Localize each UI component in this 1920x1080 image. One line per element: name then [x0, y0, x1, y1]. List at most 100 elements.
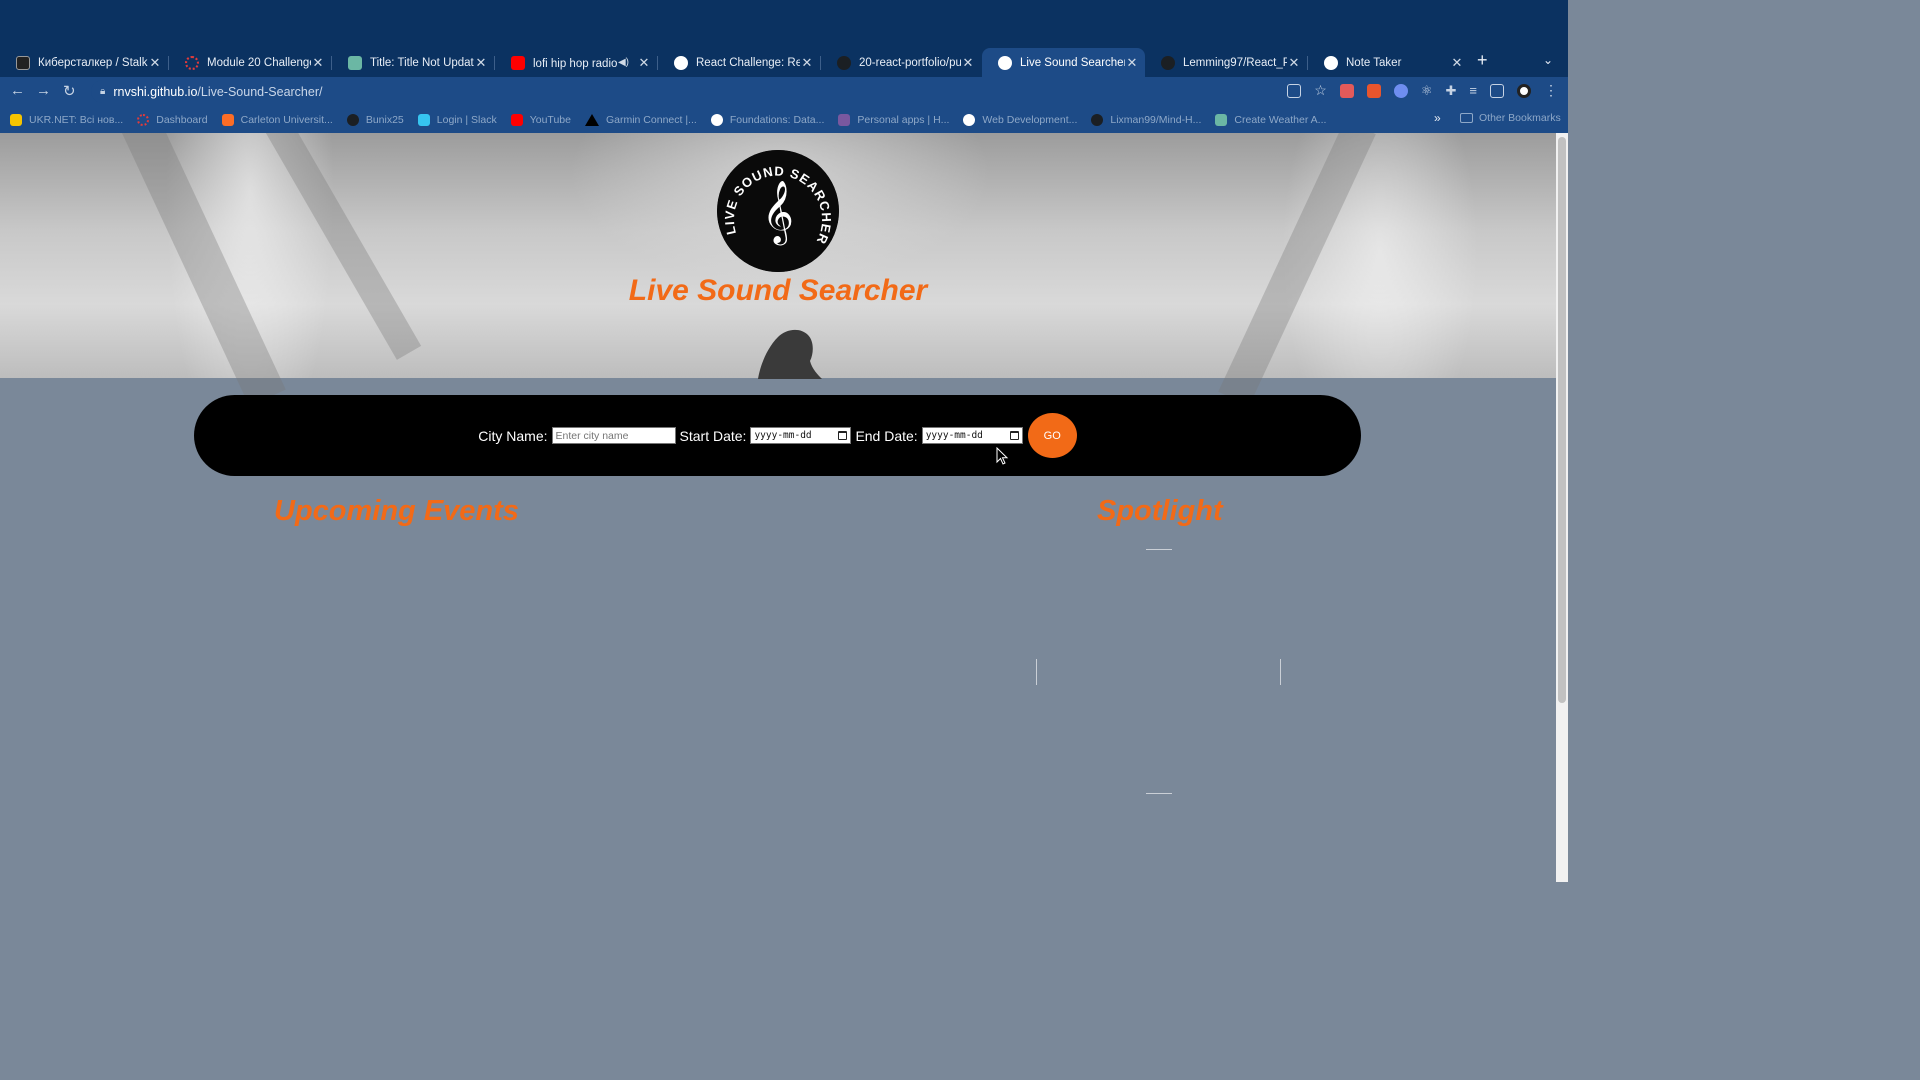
- hero-light-streak: [114, 133, 286, 407]
- bookmark-label: Login | Slack: [436, 113, 497, 126]
- coursera-icon: [710, 113, 723, 126]
- search-bar: City Name: Enter city name Start Date: y…: [194, 395, 1361, 476]
- concert-silhouette: [758, 329, 822, 379]
- tab-lofi[interactable]: lofi hip hop radio 📚 ◀) ✕: [495, 48, 657, 77]
- star-icon[interactable]: ☆: [1314, 82, 1327, 99]
- city-name-label: City Name:: [478, 427, 548, 444]
- bookmark-ukrnet[interactable]: UKR.NET: Всі нов...: [10, 113, 123, 126]
- bookmark-slack[interactable]: Login | Slack: [417, 113, 497, 126]
- heroku-icon: [838, 113, 851, 126]
- close-icon[interactable]: ✕: [1450, 55, 1464, 71]
- reload-icon[interactable]: ↻: [63, 82, 76, 100]
- mouse-cursor-icon: [996, 447, 1009, 465]
- scrollbar-thumb[interactable]: [1558, 137, 1566, 703]
- canvas-icon: [185, 55, 199, 70]
- bookmark-dashboard[interactable]: Dashboard: [137, 113, 208, 126]
- close-icon[interactable]: ✕: [637, 55, 651, 71]
- bookmark-foundations[interactable]: Foundations: Data...: [710, 113, 825, 126]
- close-icon[interactable]: ✕: [961, 55, 975, 71]
- bookmark-web-development[interactable]: Web Development...: [963, 113, 1077, 126]
- extension-orange-icon[interactable]: [1366, 83, 1381, 98]
- tab-note-taker[interactable]: Note Taker ✕: [1308, 48, 1470, 77]
- close-icon[interactable]: ✕: [800, 55, 814, 71]
- bookmark-lixman99[interactable]: Lixman99/Mind-H...: [1091, 113, 1202, 126]
- bookmarks-overflow-chevron-icon[interactable]: »: [1434, 111, 1441, 125]
- side-panel-icon[interactable]: [1490, 83, 1504, 98]
- tab-module-20[interactable]: Module 20 Challenge ✕: [169, 48, 331, 77]
- youtube-icon: [511, 55, 525, 70]
- github-icon: [346, 113, 359, 126]
- end-date-value: yyyy-mm-dd: [925, 430, 983, 441]
- tab-react-challenge[interactable]: React Challenge: React ✕: [658, 48, 820, 77]
- twitter-icon: [16, 55, 30, 70]
- treble-clef-icon: 𝄞: [762, 180, 794, 246]
- tab-react-portfolio[interactable]: 20-react-portfolio/publ ✕: [821, 48, 981, 77]
- spotlight-placeholder-mark: [1146, 793, 1172, 794]
- go-button[interactable]: GO: [1027, 413, 1077, 458]
- site-logo: LIVE SOUND SEARCHER 𝄞: [717, 150, 839, 272]
- globe-icon: [998, 55, 1012, 70]
- react-devtools-icon[interactable]: ⚛: [1421, 83, 1433, 99]
- github-icon: [1161, 55, 1175, 70]
- bookmark-carleton[interactable]: Carleton Universit...: [221, 113, 333, 126]
- bookmark-label: YouTube: [529, 113, 571, 126]
- tab-search-chevron-icon[interactable]: ⌄: [1543, 53, 1553, 67]
- spotlight-placeholder-mark: [1146, 549, 1172, 550]
- address-bar[interactable]: 🔒︎ rnvshi.github.io/Live-Sound-Searcher/: [91, 80, 1326, 103]
- page-scrollbar[interactable]: [1556, 133, 1568, 882]
- bookmark-label: Create Weather A...: [1234, 113, 1327, 126]
- garmin-icon: [584, 113, 599, 126]
- city-name-input[interactable]: Enter city name: [551, 427, 676, 444]
- speaker-icon[interactable]: ◀): [618, 57, 629, 68]
- spotlight-placeholder-mark: [1280, 659, 1281, 685]
- bookmark-create-weather[interactable]: Create Weather A...: [1215, 113, 1327, 126]
- other-bookmarks[interactable]: Other Bookmarks: [1460, 112, 1561, 124]
- slack-icon: [417, 113, 430, 126]
- end-date-label: End Date:: [855, 427, 918, 444]
- close-icon[interactable]: ✕: [474, 55, 488, 71]
- url-path: /Live-Sound-Searcher/: [197, 84, 323, 99]
- forward-icon[interactable]: →: [36, 82, 51, 99]
- menu-kebab-icon[interactable]: ⋮: [1544, 82, 1558, 99]
- bookmark-label: Dashboard: [156, 113, 208, 126]
- browser-toolbar: ← → ↻ 🔒︎ rnvshi.github.io/Live-Sound-Sea…: [0, 77, 1568, 106]
- tab-title-not-updating[interactable]: Title: Title Not Updating ✕: [332, 48, 494, 77]
- bookmark-label: Bunix25: [365, 113, 404, 126]
- bookmark-label: Garmin Connect |...: [605, 113, 697, 126]
- extension-video-icon[interactable]: [1339, 83, 1354, 98]
- chatgpt-icon: [1215, 113, 1228, 126]
- share-icon[interactable]: [1287, 83, 1302, 98]
- back-icon[interactable]: ←: [10, 82, 25, 99]
- tab-live-sound-searcher[interactable]: Live Sound Searcher ✕: [982, 48, 1145, 77]
- tab-stalker[interactable]: Киберсталкер / Stalk к ✕: [0, 48, 168, 77]
- new-tab-icon[interactable]: +: [1477, 50, 1488, 71]
- start-date-input[interactable]: yyyy-mm-dd: [750, 427, 852, 444]
- bookmark-label: Lixman99/Mind-H...: [1110, 113, 1202, 126]
- spotlight-heading: Spotlight: [1097, 495, 1223, 527]
- close-icon[interactable]: ✕: [1287, 55, 1301, 71]
- profile-avatar-icon[interactable]: [1517, 83, 1531, 98]
- bookmark-label: Personal apps | H...: [857, 113, 950, 126]
- reading-list-icon[interactable]: ≡: [1469, 83, 1477, 98]
- close-icon[interactable]: ✕: [148, 55, 162, 71]
- calendar-icon[interactable]: [1009, 431, 1019, 440]
- bookmark-label: Foundations: Data...: [729, 113, 825, 126]
- youtube-icon: [510, 113, 523, 126]
- bookmark-heroku[interactable]: Personal apps | H...: [838, 113, 950, 126]
- extensions-puzzle-icon[interactable]: ✚: [1446, 83, 1457, 99]
- calendar-icon[interactable]: [838, 431, 848, 440]
- bookmark-garmin[interactable]: Garmin Connect |...: [584, 113, 697, 126]
- extension-circle-icon[interactable]: [1393, 83, 1408, 98]
- github-icon: [1091, 113, 1104, 126]
- folder-icon: [1460, 113, 1473, 123]
- end-date-input[interactable]: yyyy-mm-dd: [921, 427, 1023, 444]
- bookmarks-bar: UKR.NET: Всі нов... Dashboard Carleton U…: [0, 106, 1568, 133]
- lock-icon[interactable]: 🔒︎: [100, 86, 105, 97]
- close-icon[interactable]: ✕: [1125, 55, 1139, 71]
- chatgpt-icon: [348, 55, 362, 70]
- bookmark-youtube[interactable]: YouTube: [510, 113, 571, 126]
- start-date-value: yyyy-mm-dd: [754, 430, 812, 441]
- close-icon[interactable]: ✕: [311, 55, 325, 71]
- bookmark-bunix25[interactable]: Bunix25: [346, 113, 404, 126]
- tab-lemming-react-portfolio[interactable]: Lemming97/React_Port ✕: [1145, 48, 1307, 77]
